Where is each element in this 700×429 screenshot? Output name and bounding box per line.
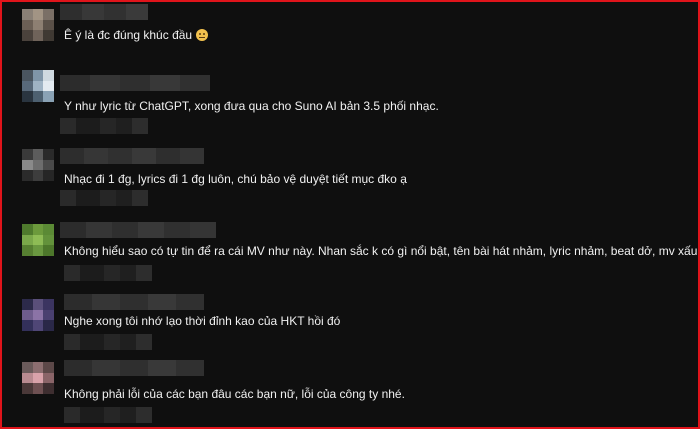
username-pixelated[interactable] [60, 75, 210, 91]
username-pixelated[interactable] [60, 222, 216, 238]
comment-text: Nhạc đi 1 đg, lyrics đi 1 đg luôn, chú b… [64, 172, 407, 186]
username-pixelated[interactable] [60, 4, 148, 20]
avatar[interactable] [22, 70, 54, 102]
username-pixelated[interactable] [64, 360, 204, 376]
avatar[interactable] [22, 9, 54, 41]
comment-actions-pixelated[interactable] [60, 190, 148, 206]
pensive-face-icon [196, 29, 209, 41]
comment-panel: Ê ý là đc đúng khúc đầu Y như lyric từ C… [0, 0, 700, 429]
comment-text: Ê ý là đc đúng khúc đầu [64, 27, 688, 43]
comment-item: Nhạc đi 1 đg, lyrics đi 1 đg luôn, chú b… [2, 146, 698, 216]
comment-text: Không hiểu sao có tự tin để ra cái MV nh… [64, 244, 700, 258]
comment-actions-pixelated[interactable] [60, 118, 148, 134]
comment-actions-pixelated[interactable] [64, 407, 152, 423]
avatar[interactable] [22, 224, 54, 256]
comment-text: Không phải lỗi của các bạn đâu các bạn n… [64, 387, 405, 401]
comment-text: Y như lyric từ ChatGPT, xong đưa qua cho… [64, 99, 439, 113]
username-pixelated[interactable] [64, 294, 204, 310]
avatar[interactable] [22, 362, 54, 394]
comment-item: Không phải lỗi của các bạn đâu các bạn n… [2, 357, 698, 427]
comment-item: Nghe xong tôi nhớ lạo thời đỉnh kao của … [2, 291, 698, 361]
comment-item: Không hiểu sao có tự tin để ra cái MV nh… [2, 219, 698, 289]
avatar[interactable] [22, 299, 54, 331]
comment-item: Y như lyric từ ChatGPT, xong đưa qua cho… [2, 70, 698, 142]
comment-actions-pixelated[interactable] [64, 265, 152, 281]
comment-text: Nghe xong tôi nhớ lạo thời đỉnh kao của … [64, 314, 341, 328]
comment-item: Ê ý là đc đúng khúc đầu [2, 2, 698, 72]
avatar[interactable] [22, 149, 54, 181]
comment-actions-pixelated[interactable] [64, 334, 152, 350]
username-pixelated[interactable] [60, 148, 204, 164]
